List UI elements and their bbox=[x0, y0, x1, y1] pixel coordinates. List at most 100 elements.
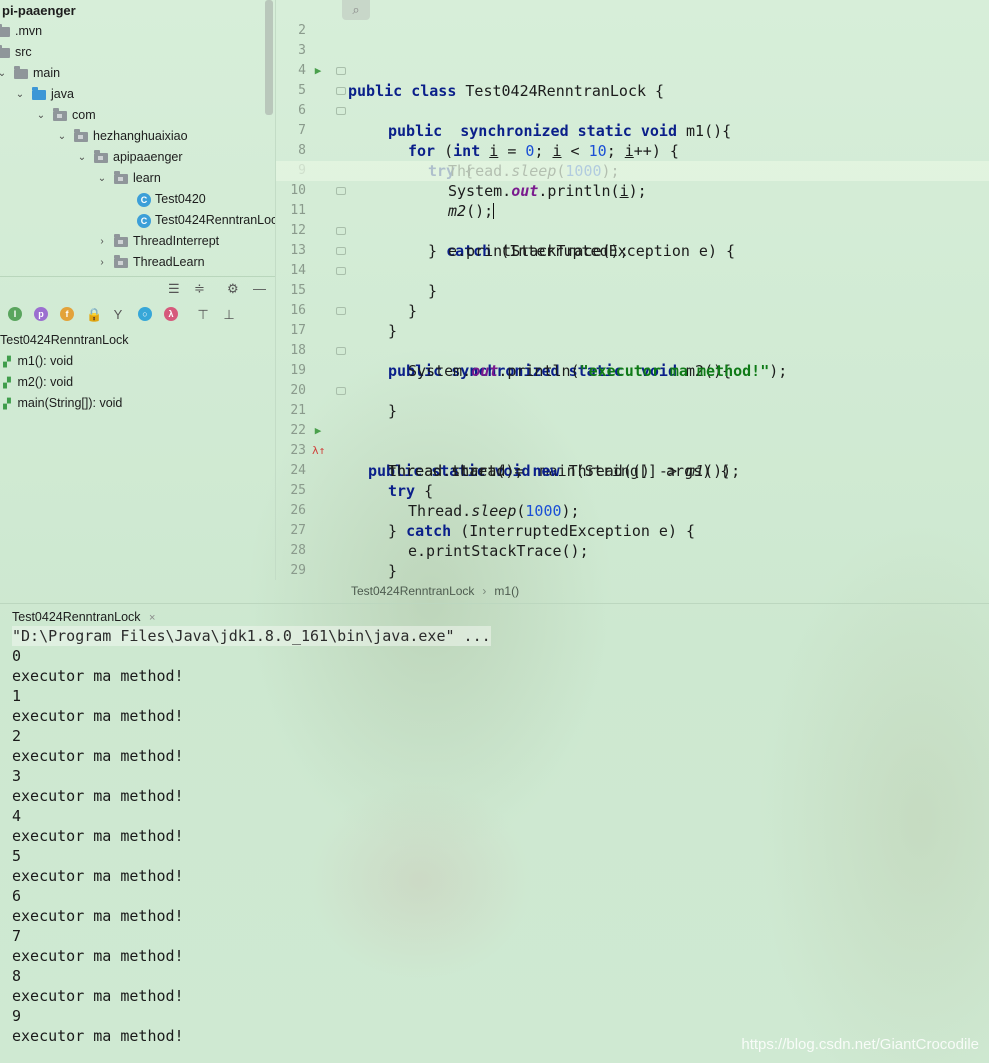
tree-item-threadlearn[interactable]: › ThreadLearn bbox=[96, 252, 205, 272]
close-icon[interactable]: × bbox=[149, 612, 155, 624]
sort-down-icon[interactable]: ⊥ bbox=[222, 305, 236, 325]
sort-up-icon[interactable]: ⊤ bbox=[196, 305, 210, 325]
code-line: 7 try { bbox=[276, 101, 989, 180]
structure-member-main[interactable]: ▞ main(String[]): void bbox=[0, 393, 122, 414]
java-class-icon: C bbox=[137, 192, 151, 207]
member-label: main(String[]): void bbox=[17, 396, 123, 410]
chevron-down-icon[interactable]: ⌄ bbox=[14, 84, 26, 105]
tree-item-apipaaenger[interactable]: ⌄ apipaaenger bbox=[76, 147, 183, 168]
chevron-down-icon[interactable]: ⌄ bbox=[96, 168, 108, 189]
structure-class-row[interactable]: Test0424RenntranLock bbox=[0, 330, 129, 351]
structure-class-label: Test0424RenntranLock bbox=[0, 333, 129, 347]
console-output-line: 8 bbox=[12, 967, 22, 985]
chevron-down-icon[interactable]: ⌄ bbox=[76, 147, 88, 168]
code-line: 5 public synchronized static void m1(){ bbox=[276, 61, 989, 140]
breadcrumb-class[interactable]: Test0424RenntranLock bbox=[351, 584, 474, 598]
tree-item-test0424renntranlock[interactable]: C Test0424RenntranLock bbox=[137, 210, 275, 231]
tree-item-java[interactable]: ⌄ java bbox=[14, 84, 74, 105]
console-output-line: 3 bbox=[12, 767, 22, 785]
show-fields-icon[interactable]: f bbox=[60, 307, 74, 321]
minimize-icon[interactable]: — bbox=[253, 279, 266, 299]
code-line: 3 ▶ public class Test0424RenntranLock { bbox=[276, 21, 989, 100]
fold-marker-icon[interactable] bbox=[336, 87, 346, 95]
show-inherited-icon[interactable]: I bbox=[8, 307, 22, 321]
project-scrollbar[interactable] bbox=[265, 0, 273, 115]
tree-item-test0420[interactable]: C Test0420 bbox=[137, 189, 206, 210]
method-icon: ▞ bbox=[3, 378, 11, 389]
tree-item-label: learn bbox=[133, 171, 161, 185]
editor-breadcrumb: Test0424RenntranLock › m1() bbox=[276, 580, 989, 602]
tree-item-main[interactable]: ⌄ main bbox=[0, 63, 60, 84]
gear-icon[interactable]: ⚙ bbox=[227, 279, 239, 299]
run-tab[interactable]: Test0424RenntranLock × bbox=[0, 606, 155, 628]
console-output-line: 1 bbox=[12, 687, 22, 705]
folder-icon bbox=[0, 23, 10, 37]
tree-item-label: main bbox=[33, 66, 61, 80]
anonymous-classes-icon[interactable]: Y bbox=[111, 305, 125, 325]
package-icon bbox=[94, 149, 108, 163]
tree-item-hezhanghuaixiao[interactable]: ⌄ hezhanghuaixiao bbox=[56, 126, 188, 147]
console-command-line: "D:\Program Files\Java\jdk1.8.0_161\bin\… bbox=[12, 626, 491, 646]
package-icon bbox=[74, 128, 88, 142]
code-line-current: 10 m2(); bbox=[276, 161, 989, 220]
chevron-right-icon[interactable]: › bbox=[96, 231, 108, 252]
source-folder-icon bbox=[32, 86, 46, 100]
console-output-line: 5 bbox=[12, 847, 22, 865]
collapse-all-icon[interactable]: ≑ bbox=[194, 279, 205, 299]
console-output-line: 7 bbox=[12, 927, 22, 945]
show-properties-icon[interactable]: p bbox=[34, 307, 48, 321]
java-class-icon: C bbox=[137, 213, 151, 228]
search-icon[interactable]: ⌕ bbox=[342, 0, 370, 20]
structure-member-m2[interactable]: ▞ m2(): void bbox=[0, 372, 73, 393]
project-root-label: pi-paaenger bbox=[2, 3, 76, 18]
code-line: 13 } bbox=[276, 221, 989, 300]
fold-marker-icon[interactable] bbox=[336, 107, 346, 115]
show-lambdas-icon[interactable]: ○ bbox=[138, 307, 152, 321]
code-line: 12 e.printStackTrace(); bbox=[276, 201, 989, 260]
console-output-line: 0 bbox=[12, 647, 22, 665]
run-console[interactable]: "D:\Program Files\Java\jdk1.8.0_161\bin\… bbox=[0, 626, 989, 1063]
tree-item-mvn[interactable]: .mvn bbox=[0, 21, 42, 42]
fold-marker-icon[interactable] bbox=[336, 387, 346, 395]
project-root[interactable]: pi-paaenger bbox=[2, 0, 76, 21]
chevron-down-icon[interactable]: ⌄ bbox=[0, 63, 8, 84]
fold-marker-icon[interactable] bbox=[336, 227, 346, 235]
code-editor[interactable]: 2 3 ▶ public class Test0424RenntranLock … bbox=[275, 0, 989, 598]
method-icon: ▞ bbox=[3, 357, 11, 368]
tree-item-label: apipaaenger bbox=[113, 150, 183, 164]
fold-marker-icon[interactable] bbox=[336, 187, 346, 195]
console-output-line: executor ma method! bbox=[12, 747, 184, 765]
tree-item-com[interactable]: ⌄ com bbox=[35, 105, 96, 126]
run-tab-label: Test0424RenntranLock bbox=[12, 610, 141, 624]
tree-item-src[interactable]: src bbox=[0, 42, 32, 63]
lock-icon[interactable]: 🔒 bbox=[86, 305, 102, 325]
code-line: 23 thread.start(); bbox=[276, 421, 989, 480]
code-line: 24 try { bbox=[276, 441, 989, 500]
breadcrumb-method[interactable]: m1() bbox=[494, 584, 519, 598]
fold-marker-icon[interactable] bbox=[336, 67, 346, 75]
console-output-line: executor ma method! bbox=[12, 707, 184, 725]
chevron-down-icon[interactable]: ⌄ bbox=[56, 126, 68, 147]
tree-item-label: .mvn bbox=[15, 24, 43, 38]
fold-marker-icon[interactable] bbox=[336, 267, 346, 275]
expand-all-icon[interactable]: ☰ bbox=[168, 279, 180, 299]
console-output-line: 2 bbox=[12, 727, 22, 745]
tree-item-learn[interactable]: ⌄ learn bbox=[96, 168, 161, 189]
code-line: 16 bbox=[276, 281, 989, 318]
run-tool-window-tabs: Test0424RenntranLock × bbox=[0, 603, 989, 627]
lambda-icon[interactable]: λ bbox=[164, 307, 178, 321]
code-line: 25 Thread.sleep(1000); bbox=[276, 461, 989, 520]
breadcrumb-separator-icon: › bbox=[482, 584, 487, 598]
fold-marker-icon[interactable] bbox=[336, 247, 346, 255]
package-icon bbox=[114, 233, 128, 247]
tree-item-threadinterrept[interactable]: › ThreadInterrept bbox=[96, 231, 219, 252]
code-line: 26 } catch (InterruptedException e) { bbox=[276, 481, 989, 540]
chevron-right-icon[interactable]: › bbox=[96, 252, 108, 272]
code-line: 15 } bbox=[276, 261, 989, 340]
chevron-down-icon[interactable]: ⌄ bbox=[35, 105, 47, 126]
fold-marker-icon[interactable] bbox=[336, 307, 346, 315]
code-line: 2 bbox=[276, 1, 989, 38]
console-output-line: executor ma method! bbox=[12, 667, 184, 685]
structure-member-m1[interactable]: ▞ m1(): void bbox=[0, 351, 73, 372]
fold-marker-icon[interactable] bbox=[336, 347, 346, 355]
